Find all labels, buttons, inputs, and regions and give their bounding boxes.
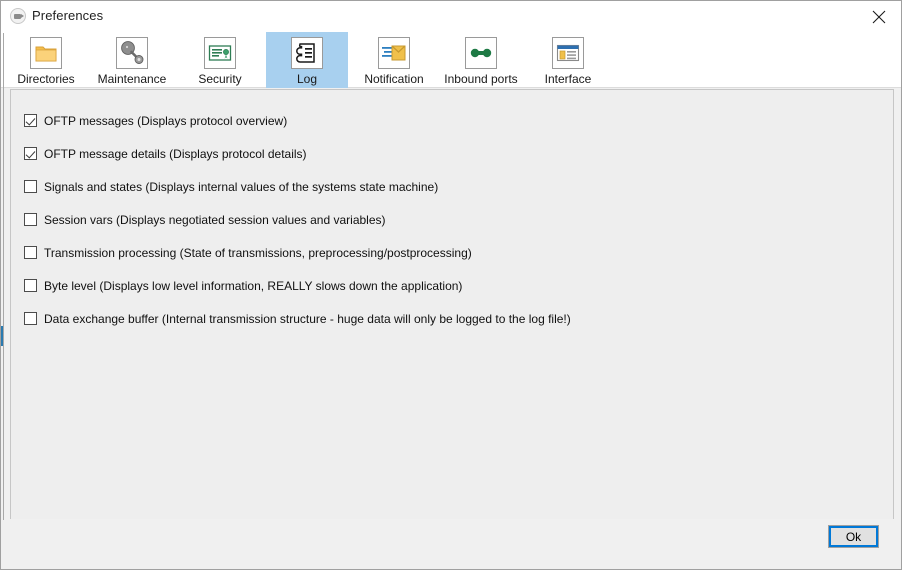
- tab-label: Notification: [364, 72, 424, 86]
- folder-icon: [30, 37, 62, 69]
- tab-directories[interactable]: Directories: [9, 32, 83, 88]
- option-row-session-vars[interactable]: Session vars (Displays negotiated sessio…: [24, 211, 386, 228]
- option-label: Byte level (Displays low level informati…: [44, 278, 463, 293]
- log-document-icon: [291, 37, 323, 69]
- left-edge-marker: [1, 326, 3, 346]
- checkbox-data-exchange-buffer[interactable]: [24, 312, 37, 325]
- window-left-edge: [3, 33, 4, 520]
- option-row-transmission-processing[interactable]: Transmission processing (State of transm…: [24, 244, 472, 261]
- checkbox-oftp-message-details[interactable]: [24, 147, 37, 160]
- ports-link-icon: [465, 37, 497, 69]
- title-bar: Preferences: [1, 1, 901, 31]
- preferences-window: Preferences Directories Maintenance Secu…: [0, 0, 902, 570]
- tab-label: Maintenance: [97, 72, 167, 86]
- checkbox-signals-and-states[interactable]: [24, 180, 37, 193]
- checkbox-byte-level[interactable]: [24, 279, 37, 292]
- tab-interface[interactable]: Interface: [534, 32, 602, 88]
- camera-icon: [10, 8, 26, 24]
- option-label: Data exchange buffer (Internal transmiss…: [44, 311, 571, 326]
- tab-label: Directories: [17, 72, 75, 86]
- tab-log[interactable]: Log: [266, 32, 348, 88]
- option-row-oftp-message-details[interactable]: OFTP message details (Displays protocol …: [24, 145, 307, 162]
- window-layout-icon: [552, 37, 584, 69]
- option-label: Session vars (Displays negotiated sessio…: [44, 212, 386, 227]
- mail-alert-icon: [378, 37, 410, 69]
- checkbox-oftp-messages[interactable]: [24, 114, 37, 127]
- tab-label: Interface: [544, 72, 592, 86]
- option-row-data-exchange-buffer[interactable]: Data exchange buffer (Internal transmiss…: [24, 310, 571, 327]
- certificate-icon: [204, 37, 236, 69]
- checkbox-transmission-processing[interactable]: [24, 246, 37, 259]
- tab-label: Inbound ports: [444, 72, 518, 86]
- option-label: OFTP message details (Displays protocol …: [44, 146, 307, 161]
- tab-maintenance[interactable]: Maintenance: [88, 32, 176, 88]
- tab-label: Log: [296, 72, 318, 86]
- tab-toolbar: Directories Maintenance Security Log Not…: [1, 31, 901, 88]
- option-row-signals-and-states[interactable]: Signals and states (Displays internal va…: [24, 178, 438, 195]
- option-label: OFTP messages (Displays protocol overvie…: [44, 113, 288, 128]
- checkbox-session-vars[interactable]: [24, 213, 37, 226]
- option-label: Transmission processing (State of transm…: [44, 245, 472, 260]
- option-row-oftp-messages[interactable]: OFTP messages (Displays protocol overvie…: [24, 112, 287, 129]
- ok-button[interactable]: Ok: [828, 525, 879, 548]
- tab-notification[interactable]: Notification: [352, 32, 436, 88]
- page-title: Preferences: [32, 8, 104, 23]
- wrench-icon: [116, 37, 148, 69]
- dialog-footer: Ok: [1, 519, 901, 569]
- tab-security[interactable]: Security: [183, 32, 257, 88]
- tab-inbound-ports[interactable]: Inbound ports: [436, 32, 526, 88]
- tab-label: Security: [198, 72, 242, 86]
- option-row-byte-level[interactable]: Byte level (Displays low level informati…: [24, 277, 462, 294]
- log-options-panel: OFTP messages (Displays protocol overvie…: [10, 89, 894, 520]
- option-label: Signals and states (Displays internal va…: [44, 179, 439, 194]
- close-icon[interactable]: [857, 1, 901, 30]
